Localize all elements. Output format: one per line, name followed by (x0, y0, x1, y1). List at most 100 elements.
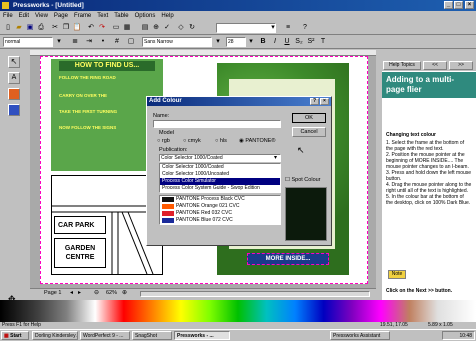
taskbar: ▦ Start Dorling Kindersley Assistant Wor… (0, 329, 476, 341)
cut-icon[interactable]: ✂ (50, 23, 60, 33)
picture-icon[interactable]: ▤ (140, 23, 150, 33)
model-cmyk-radio[interactable]: ○ cmyk (183, 138, 201, 145)
rotate-icon[interactable]: ↻ (187, 23, 197, 33)
horizontal-scrollbar[interactable] (140, 291, 370, 297)
maximize-button[interactable]: □ (454, 1, 463, 9)
colour-row[interactable]: PANTONE Blue 072 CVC (160, 217, 280, 224)
model-pantone-radio[interactable]: ◉ PANTONE® (239, 138, 275, 145)
colour-dropdown[interactable] (216, 23, 276, 33)
more-inside-text[interactable]: MORE INSIDE... (247, 253, 329, 265)
menu-file[interactable]: File (0, 11, 16, 21)
menu-view[interactable]: View (32, 11, 51, 21)
frame-icon[interactable]: ▭ (111, 23, 121, 33)
zoom-in-icon[interactable]: ⊕ (122, 289, 127, 296)
bold-button[interactable]: B (258, 37, 268, 47)
help-back-tab[interactable]: << (423, 61, 447, 70)
task-button[interactable]: SnagShot (132, 331, 172, 340)
underline-button[interactable]: U (282, 37, 292, 47)
publication-dropdown-icon[interactable]: ▾ (274, 154, 277, 161)
dropdown-arrow-icon[interactable]: ▾ (268, 23, 278, 33)
task-button[interactable]: WordPerfect 9 - ... (80, 331, 130, 340)
spot-colour-checkbox[interactable]: ☐ Spot Colour (285, 177, 321, 184)
help-step: 3. Press and hold down the left mouse bu… (386, 170, 472, 182)
close-button[interactable]: × (465, 1, 474, 9)
help-icon[interactable]: ? (300, 23, 310, 33)
redo-icon[interactable]: ↷ (97, 23, 107, 33)
publication-option-selected[interactable]: Process Color Simulator (160, 178, 280, 185)
spell-icon[interactable]: ✓ (162, 23, 172, 33)
subscript-button[interactable]: S₂ (294, 37, 304, 47)
help-steps: 1. Select the frame at the bottom of the… (386, 140, 472, 206)
task-button-active[interactable]: Pressworks - ... (174, 331, 230, 340)
print-icon[interactable]: ⎙ (36, 23, 46, 33)
menu-frame[interactable]: Frame (71, 11, 94, 21)
copy-icon[interactable]: ❐ (61, 23, 71, 33)
zoom-value: 62% (106, 290, 118, 296)
colour-palette-bar[interactable] (0, 300, 476, 322)
style-dropdown-icon[interactable]: ▾ (54, 37, 64, 47)
font-select[interactable]: Sans Narrow (142, 37, 212, 47)
menu-help[interactable]: Help (158, 11, 176, 21)
colour-preview (285, 187, 327, 241)
menu-page[interactable]: Page (51, 11, 71, 21)
model-rgb-radio[interactable]: ○ rgb (157, 138, 170, 145)
colour-row[interactable]: PANTONE Process Black CVC (160, 196, 280, 203)
publication-list[interactable]: Color Selector 1000/Coated Color Selecto… (159, 163, 281, 193)
start-button[interactable]: ▦ Start (1, 331, 29, 340)
colour-row[interactable]: PANTONE Red 032 CVC (160, 210, 280, 217)
menu-table[interactable]: Table (111, 11, 131, 21)
help-next-tab[interactable]: >> (449, 61, 473, 70)
indent-icon[interactable]: ⇥ (84, 37, 94, 47)
open-icon[interactable]: ▰ (14, 23, 24, 33)
draw-icon[interactable]: ◇ (176, 23, 186, 33)
ok-button[interactable]: OK (292, 113, 326, 123)
border-icon[interactable]: ▢ (126, 37, 136, 47)
minimize-button[interactable]: _ (444, 1, 453, 9)
new-icon[interactable]: ▯ (3, 23, 13, 33)
colour-row[interactable]: PANTONE Orange 021 CVC (160, 203, 280, 210)
publication-option[interactable]: Process Color System Guide - Swop Editio… (160, 185, 280, 192)
garden-centre-box: GARDEN CENTRE (54, 238, 106, 268)
strike-button[interactable]: T (318, 37, 328, 47)
save-icon[interactable]: ▣ (25, 23, 35, 33)
page-prev-icon[interactable]: ◂ (70, 289, 73, 296)
italic-button[interactable]: I (270, 37, 280, 47)
help-note-button[interactable]: Note (388, 270, 406, 279)
text-frame-tool-icon[interactable]: A (8, 72, 20, 84)
menu-options[interactable]: Options (132, 11, 159, 21)
table-icon[interactable]: ▦ (122, 23, 132, 33)
size-select[interactable]: 28 (226, 37, 246, 47)
directions-heading: HOW TO FIND US... (59, 61, 155, 71)
publication-option[interactable]: Color Selector 1000/Uncoated (160, 171, 280, 178)
dialog-close-button[interactable]: × (320, 98, 329, 105)
bullet-icon[interactable]: • (98, 37, 108, 47)
model-hls-radio[interactable]: ○ hls (215, 138, 227, 145)
task-button[interactable]: Pressworks Assistant (330, 331, 390, 340)
undo-icon[interactable]: ↶ (86, 23, 96, 33)
page-next-icon[interactable]: ▸ (78, 289, 81, 296)
menu-edit[interactable]: Edit (16, 11, 32, 21)
picture-tool-icon[interactable] (8, 88, 20, 100)
number-icon[interactable]: # (112, 37, 122, 47)
table-tool-icon[interactable] (8, 104, 20, 116)
publication-select[interactable]: Color Selector 1000/Coated (159, 154, 281, 162)
model-hls-label: hls (219, 138, 227, 144)
style-select[interactable]: normal (3, 37, 53, 47)
publication-option[interactable]: Color Selector 1000/Coated (160, 164, 280, 171)
zoom-out-icon[interactable]: ⊖ (94, 289, 99, 296)
menu-text[interactable]: Text (94, 11, 111, 21)
colour-list[interactable]: PANTONE Process Black CVC PANTONE Orange… (159, 195, 281, 225)
name-field[interactable] (153, 120, 281, 128)
cancel-button[interactable]: Cancel (292, 127, 326, 137)
help-topics-tab[interactable]: Help Topics (383, 61, 421, 70)
paste-icon[interactable]: 📋 (72, 23, 82, 33)
zoom-icon[interactable]: ⊕ (151, 23, 161, 33)
superscript-button[interactable]: S² (306, 37, 316, 47)
line-style-icon[interactable]: ≡ (283, 23, 293, 33)
font-dropdown-icon[interactable]: ▾ (213, 37, 223, 47)
size-dropdown-icon[interactable]: ▾ (246, 37, 256, 47)
dialog-help-button[interactable]: ? (310, 98, 319, 105)
task-button[interactable]: Dorling Kindersley Assistant (32, 331, 78, 340)
pointer-tool-icon[interactable]: ↖ (8, 56, 20, 68)
align-icon[interactable]: ≣ (70, 37, 80, 47)
